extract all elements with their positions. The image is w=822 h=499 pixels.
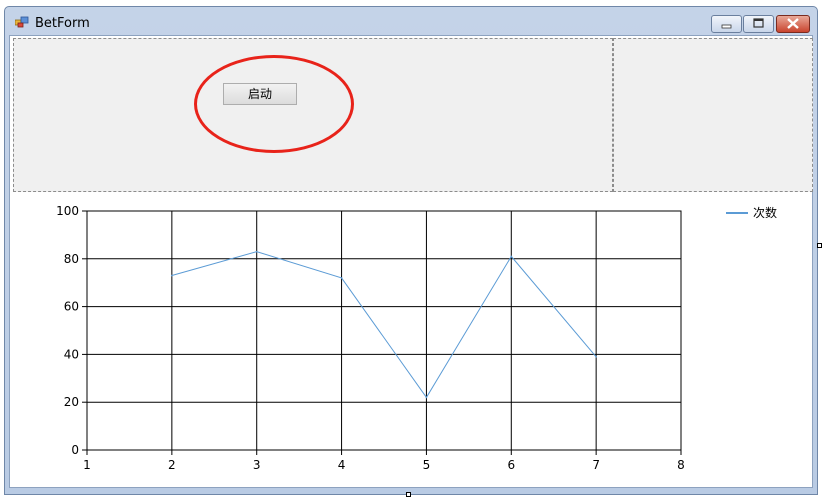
y-tick-label: 60: [64, 300, 79, 314]
x-tick-label: 5: [423, 458, 431, 472]
close-icon: [787, 18, 799, 29]
x-tick-label: 2: [168, 458, 176, 472]
legend-label: 次数: [753, 205, 777, 220]
x-tick-label: 6: [507, 458, 515, 472]
data-point: [255, 250, 258, 253]
line-chart: 0 20 40 60 80 100 1 2 3 4 5 6 7 8 次数: [56, 204, 777, 472]
y-tick-label: 40: [64, 347, 79, 361]
form-client-area: 启动 0 20 40 60 80 100 1 2 3 4 5 6 7 8 次数: [9, 35, 813, 488]
x-tick-label: 4: [338, 458, 346, 472]
maximize-button[interactable]: [743, 15, 774, 33]
y-tick-label: 80: [64, 252, 79, 266]
window-title: BetForm: [35, 16, 90, 31]
app-window: BetForm 启动 0 20 40 60 80 100 1 2 3 4 5 6 7 8 次数: [4, 6, 818, 495]
data-point: [425, 396, 428, 399]
maximize-icon: [753, 18, 764, 28]
close-button[interactable]: [776, 15, 810, 33]
minimize-icon: [721, 24, 732, 29]
resize-handle-right[interactable]: [817, 243, 822, 248]
resize-handle-bottom[interactable]: [406, 492, 411, 497]
x-tick-label: 8: [677, 458, 685, 472]
x-tick-label: 3: [253, 458, 261, 472]
x-tick-label: 1: [83, 458, 91, 472]
x-tick-label: 7: [592, 458, 600, 472]
y-tick-label: 20: [64, 395, 79, 409]
y-tick-label: 0: [71, 443, 79, 457]
plot-area: [86, 210, 682, 451]
data-point: [510, 255, 513, 258]
app-icon: [15, 16, 29, 28]
data-point: [595, 355, 597, 358]
title-bar[interactable]: BetForm: [5, 7, 817, 35]
y-tick-label: 100: [56, 204, 79, 218]
minimize-button[interactable]: [711, 15, 742, 33]
data-point: [340, 277, 343, 279]
data-point: [171, 274, 173, 277]
